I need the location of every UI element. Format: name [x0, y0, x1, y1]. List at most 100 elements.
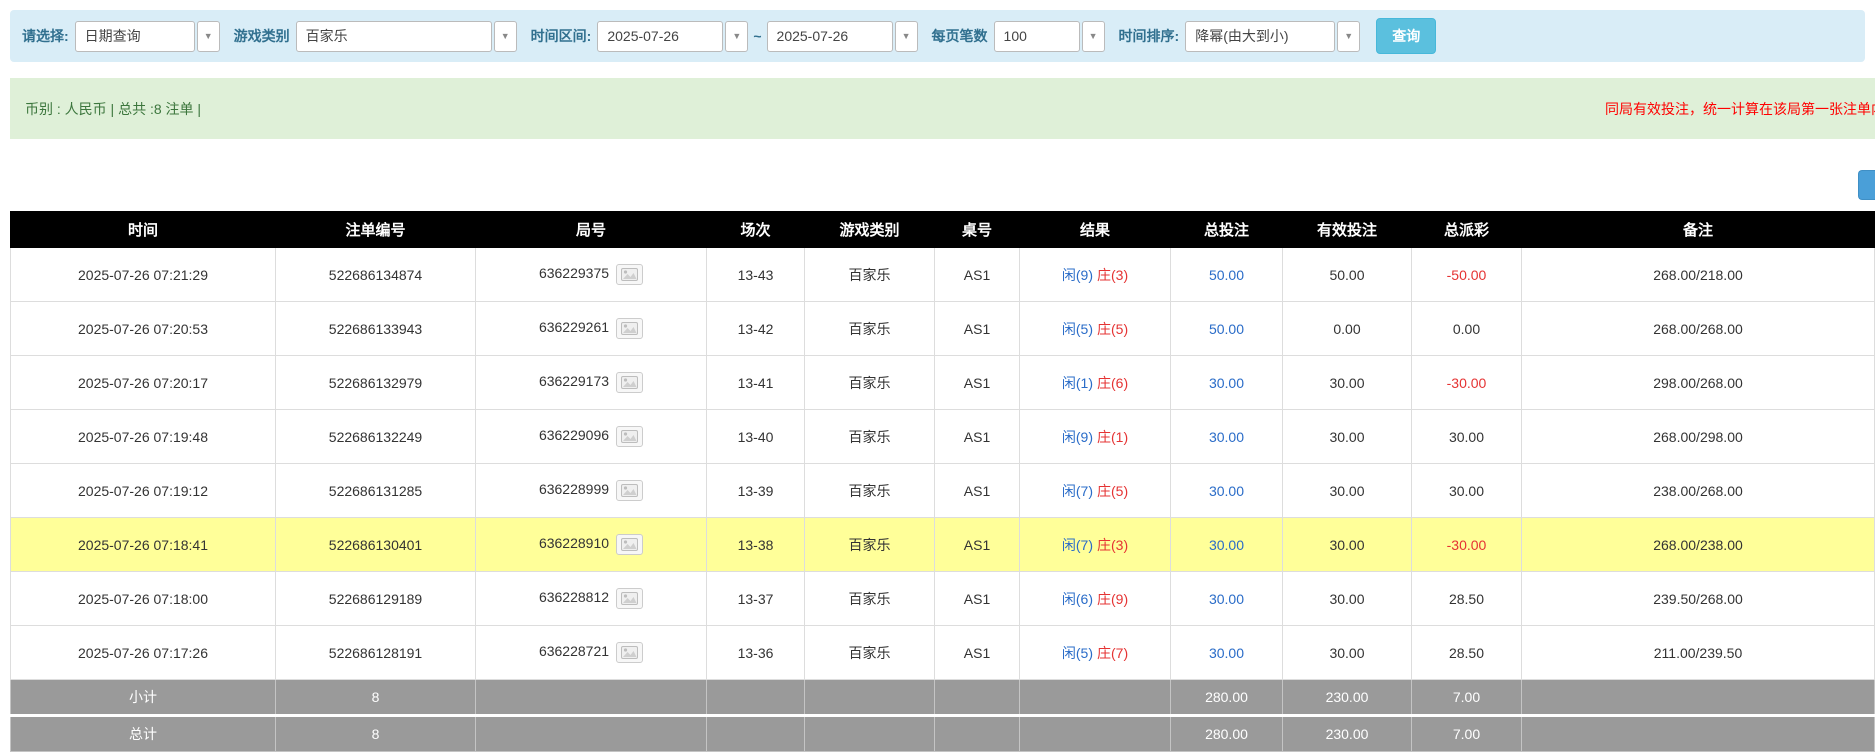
partial-action-button[interactable]: [1858, 170, 1875, 200]
round-replay-icon[interactable]: [616, 588, 643, 609]
session-no: 13-41: [707, 356, 805, 410]
round-replay-icon[interactable]: [616, 642, 643, 663]
table-row: 2025-07-26 07:21:29522686134874636229375…: [11, 248, 1875, 302]
round-replay-icon[interactable]: [616, 480, 643, 501]
bet-time: 2025-07-26 07:20:17: [11, 356, 276, 410]
table-no: AS1: [935, 410, 1020, 464]
chevron-down-icon[interactable]: ▼: [895, 21, 918, 52]
chevron-down-icon[interactable]: ▼: [494, 21, 517, 52]
total-bet[interactable]: 30.00: [1171, 572, 1283, 626]
time-sort-label: 时间排序:: [1119, 26, 1180, 46]
result-cell: 闲(9)庄(3): [1020, 248, 1171, 302]
round-replay-icon[interactable]: [616, 534, 643, 555]
session-no: 13-43: [707, 248, 805, 302]
page-size-value[interactable]: 100: [994, 21, 1080, 52]
session-no: 13-39: [707, 464, 805, 518]
table-row: 2025-07-26 07:18:00522686129189636228812…: [11, 572, 1875, 626]
round-id: 636228910: [539, 535, 609, 551]
date-to-value[interactable]: 2025-07-26: [767, 21, 893, 52]
cards-icon: [621, 646, 638, 659]
empty-cell: [935, 680, 1020, 716]
time-sort-value[interactable]: 降幂(由大到小): [1185, 21, 1335, 52]
grand-total-valid-bet: 230.00: [1283, 716, 1412, 752]
round-replay-icon[interactable]: [616, 318, 643, 339]
note: 268.00/268.00: [1522, 302, 1875, 356]
round-id: 636229375: [539, 265, 609, 281]
empty-cell: [476, 680, 707, 716]
date-from-picker[interactable]: 2025-07-26 ▼: [597, 21, 748, 52]
total-bet[interactable]: 50.00: [1171, 302, 1283, 356]
result-cell: 闲(7)庄(5): [1020, 464, 1171, 518]
result-banker: 庄(6): [1097, 375, 1128, 391]
empty-cell: [1522, 680, 1875, 716]
summary-bar: 币别 : 人民币 | 总共 :8 注单 | 同局有效投注，统一计算在该局第一张注…: [10, 78, 1875, 139]
bet-id: 522686131285: [276, 464, 476, 518]
game-type: 百家乐: [805, 410, 935, 464]
result-cell: 闲(9)庄(1): [1020, 410, 1171, 464]
table-no: AS1: [935, 248, 1020, 302]
valid-bet: 30.00: [1283, 464, 1412, 518]
session-no: 13-40: [707, 410, 805, 464]
date-to-picker[interactable]: 2025-07-26 ▼: [767, 21, 918, 52]
round-cell: 636228910: [476, 518, 707, 572]
bet-time: 2025-07-26 07:20:53: [11, 302, 276, 356]
total-bet[interactable]: 30.00: [1171, 626, 1283, 680]
total-bet[interactable]: 30.00: [1171, 410, 1283, 464]
table-no: AS1: [935, 356, 1020, 410]
chevron-down-icon[interactable]: ▼: [725, 21, 748, 52]
round-replay-icon[interactable]: [616, 426, 643, 447]
bet-id: 522686128191: [276, 626, 476, 680]
game-type: 百家乐: [805, 464, 935, 518]
subtotal-count: 8: [276, 680, 476, 716]
bet-table-body: 2025-07-26 07:21:29522686134874636229375…: [11, 248, 1875, 680]
game-type-value[interactable]: 百家乐: [296, 21, 492, 52]
valid-bet: 50.00: [1283, 248, 1412, 302]
result-player: 闲(7): [1062, 483, 1093, 499]
table-header-row: 时间 注单编号 局号 场次 游戏类别 桌号 结果 总投注 有效投注 总派彩 备注: [11, 212, 1875, 248]
grand-total-total-bet: 280.00: [1171, 716, 1283, 752]
empty-cell: [1020, 680, 1171, 716]
table-row: 2025-07-26 07:19:12522686131285636228999…: [11, 464, 1875, 518]
bet-id: 522686130401: [276, 518, 476, 572]
table-row: 2025-07-26 07:20:53522686133943636229261…: [11, 302, 1875, 356]
chevron-down-icon[interactable]: ▼: [197, 21, 220, 52]
col-header-round: 局号: [476, 212, 707, 248]
result-player: 闲(5): [1062, 321, 1093, 337]
filter-toolbar: 请选择: 日期查询 ▼ 游戏类别 百家乐 ▼ 时间区间: 2025-07-26 …: [10, 10, 1865, 62]
payout: -50.00: [1412, 248, 1522, 302]
result-cell: 闲(5)庄(7): [1020, 626, 1171, 680]
select-label: 请选择:: [22, 26, 69, 46]
chevron-down-icon[interactable]: ▼: [1082, 21, 1105, 52]
result-cell: 闲(1)庄(6): [1020, 356, 1171, 410]
time-range-label: 时间区间:: [531, 26, 592, 46]
page-size-select[interactable]: 100 ▼: [994, 21, 1105, 52]
subtotal-label: 小计: [11, 680, 276, 716]
total-bet[interactable]: 30.00: [1171, 518, 1283, 572]
result-banker: 庄(1): [1097, 429, 1128, 445]
note: 298.00/268.00: [1522, 356, 1875, 410]
empty-cell: [805, 716, 935, 752]
total-bet[interactable]: 30.00: [1171, 356, 1283, 410]
table-row: 2025-07-26 07:19:48522686132249636229096…: [11, 410, 1875, 464]
bet-records-table: 时间 注单编号 局号 场次 游戏类别 桌号 结果 总投注 有效投注 总派彩 备注…: [10, 211, 1875, 752]
bet-time: 2025-07-26 07:19:12: [11, 464, 276, 518]
bet-time: 2025-07-26 07:18:00: [11, 572, 276, 626]
cards-icon: [621, 592, 638, 605]
subtotal-valid-bet: 230.00: [1283, 680, 1412, 716]
query-type-select[interactable]: 日期查询 ▼: [75, 21, 220, 52]
table-row: 2025-07-26 07:18:41522686130401636228910…: [11, 518, 1875, 572]
chevron-down-icon[interactable]: ▼: [1337, 21, 1360, 52]
date-from-value[interactable]: 2025-07-26: [597, 21, 723, 52]
query-type-value[interactable]: 日期查询: [75, 21, 195, 52]
game-type-select[interactable]: 百家乐 ▼: [296, 21, 517, 52]
total-bet[interactable]: 30.00: [1171, 464, 1283, 518]
time-sort-select[interactable]: 降幂(由大到小) ▼: [1185, 21, 1360, 52]
bet-time: 2025-07-26 07:17:26: [11, 626, 276, 680]
round-cell: 636229096: [476, 410, 707, 464]
round-replay-icon[interactable]: [616, 372, 643, 393]
round-replay-icon[interactable]: [616, 264, 643, 285]
total-bet[interactable]: 50.00: [1171, 248, 1283, 302]
grand-total-row: 总计 8 280.00 230.00 7.00: [11, 716, 1875, 752]
note: 268.00/238.00: [1522, 518, 1875, 572]
search-button[interactable]: 查询: [1376, 18, 1436, 54]
